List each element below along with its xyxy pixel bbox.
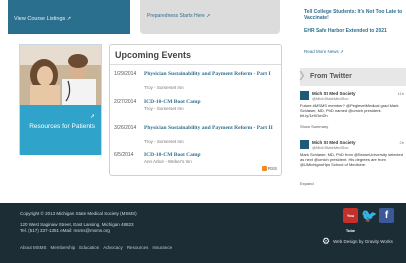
arrow-icon: ➚ bbox=[340, 49, 344, 54]
doctor-patient-photo bbox=[20, 45, 101, 105]
divider bbox=[110, 64, 281, 65]
footer-link-advocacy[interactable]: Advocacy bbox=[103, 245, 123, 250]
course-listings-panel: View Course Listings ➚ bbox=[8, 0, 130, 34]
tweet-time[interactable]: 2h bbox=[400, 140, 404, 145]
preparedness-panel: Preparedness Starts Here ➚ bbox=[140, 0, 280, 34]
event-location: Troy - Somerset Inn bbox=[144, 106, 184, 111]
tweet-handle[interactable]: @MichStateMedSoc bbox=[312, 145, 349, 150]
rss-icon bbox=[261, 166, 267, 171]
event-date: 6/5/2014 bbox=[114, 152, 134, 158]
event-title-link[interactable]: Physician Sustainability and Payment Ref… bbox=[144, 125, 280, 132]
facebook-icon[interactable]: f bbox=[379, 208, 394, 223]
twitter-bird-icon: ❯ bbox=[298, 70, 306, 80]
copyright: Copyright © 2013 Michigan State Medical … bbox=[20, 211, 137, 216]
footer-nav: About MSMS Membership Education Advocacy… bbox=[20, 245, 172, 250]
address-block: 120 West Saginaw Street, East Lansing, M… bbox=[20, 222, 134, 234]
social-links: You Tube 🐦 f bbox=[343, 208, 394, 233]
arrow-icon: ➚ bbox=[89, 114, 95, 120]
tweet-handle[interactable]: @MichStateMedSoc bbox=[312, 96, 349, 101]
resources-for-patients-card[interactable]: ➚ Resources for Patients bbox=[19, 44, 102, 155]
site-footer: Copyright © 2013 Michigan State Medical … bbox=[0, 203, 406, 263]
footer-link-membership[interactable]: Membership bbox=[51, 245, 76, 250]
twitter-icon[interactable]: 🐦 bbox=[361, 208, 377, 223]
arrow-icon: ➚ bbox=[66, 16, 72, 22]
rss-link[interactable]: RSS bbox=[261, 166, 277, 171]
rss-label: RSS bbox=[267, 166, 277, 171]
show-summary-link[interactable]: Show Summary bbox=[300, 124, 328, 129]
tweet-text: Future #MSMS member? @PeglevetMedical gr… bbox=[300, 103, 399, 118]
event-title-link[interactable]: ICD-10-CM Boot Camp bbox=[144, 99, 280, 106]
events-heading: Upcoming Events bbox=[115, 50, 192, 60]
twitter-header: ❯ From Twitter bbox=[298, 68, 406, 86]
gear-icon: ⚙ bbox=[322, 236, 331, 246]
resources-title: Resources for Patients bbox=[29, 123, 95, 130]
twitter-heading: From Twitter bbox=[310, 73, 352, 80]
expand-link[interactable]: Expand bbox=[300, 181, 314, 186]
read-more-news-link[interactable]: Read More News ➚ bbox=[304, 49, 344, 55]
event-date: 3/26/2014 bbox=[114, 125, 137, 131]
news-link[interactable]: EHR Safe Harbor Extended to 2021 bbox=[304, 28, 404, 34]
footer-link-insurance[interactable]: Insurance bbox=[152, 245, 172, 250]
tweet-text: Mark Schlaser, MD, PhD from @BrownUniver… bbox=[300, 152, 403, 167]
upcoming-events-panel: Upcoming Events 1/29/2014 Physician Sust… bbox=[109, 44, 282, 176]
event-title-link[interactable]: ICD-10-CM Boot Camp bbox=[144, 152, 280, 159]
contact-line: Tel. (517) 337-1351 eMail: msms@msms.org bbox=[20, 228, 110, 233]
design-credit[interactable]: ⚙ Web Design by Gravity Works bbox=[322, 236, 393, 247]
arrow-icon: ➚ bbox=[206, 13, 211, 19]
view-course-listings-link[interactable]: View Course Listings ➚ bbox=[14, 16, 71, 22]
footer-link-resources[interactable]: Resources bbox=[127, 245, 149, 250]
credit-text: Web Design by Gravity Works bbox=[333, 239, 393, 244]
event-title-link[interactable]: Physician Sustainability and Payment Ref… bbox=[144, 71, 280, 78]
event-location: Troy - Somerset Inn bbox=[144, 139, 184, 144]
event-date: 1/29/2014 bbox=[114, 71, 137, 77]
footer-link-education[interactable]: Education bbox=[79, 245, 99, 250]
event-date: 2/27/2014 bbox=[114, 99, 137, 105]
avatar[interactable] bbox=[300, 91, 309, 100]
preparedness-link[interactable]: Preparedness Starts Here ➚ bbox=[147, 13, 210, 19]
resources-panel: ➚ Resources for Patients bbox=[20, 105, 101, 155]
youtube-icon[interactable]: You Tube bbox=[343, 208, 358, 233]
event-location: Troy - Somerset Inn bbox=[144, 85, 184, 90]
right-sidebar: Tell College Students: It's Not Too Late… bbox=[298, 0, 406, 200]
footer-link-about[interactable]: About MSMS bbox=[20, 245, 47, 250]
event-location: Ann Arbor - Weber's Inn bbox=[144, 159, 192, 164]
avatar[interactable] bbox=[300, 140, 309, 149]
news-link[interactable]: Tell College Students: It's Not Too Late… bbox=[304, 9, 404, 21]
tweet-time[interactable]: 11h bbox=[398, 91, 404, 96]
